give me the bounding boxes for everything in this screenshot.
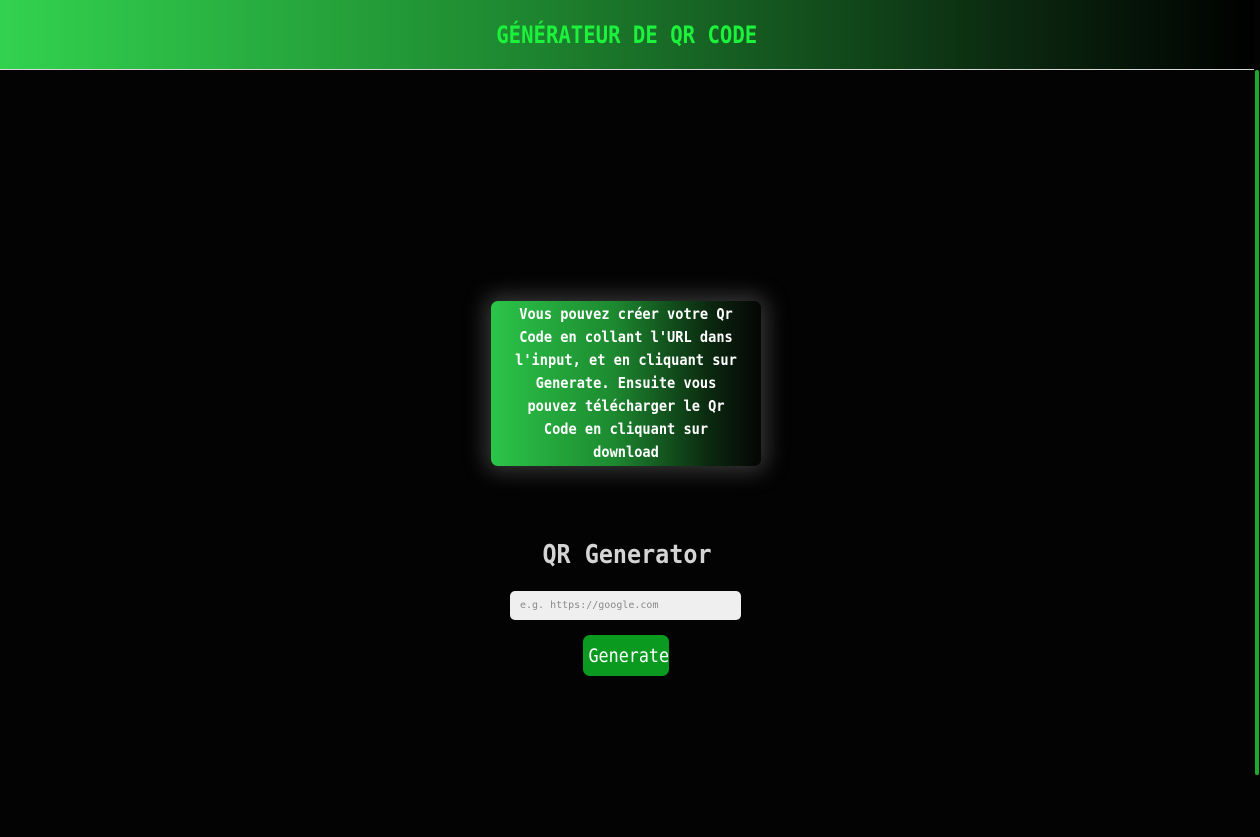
url-input[interactable] [510, 591, 741, 620]
generator-title: QR Generator [542, 540, 712, 570]
generate-button[interactable]: Generate [583, 635, 669, 676]
generate-button-label: Generate [588, 644, 670, 667]
page-scrollbar[interactable] [1254, 0, 1260, 837]
page-header: GÉNÉRATEUR DE QR CODE [0, 0, 1254, 70]
scrollbar-thumb[interactable] [1255, 70, 1259, 775]
instructions-card: Vous pouvez créer votre Qr Code en colla… [491, 301, 761, 466]
instructions-text: Vous pouvez créer votre Qr Code en colla… [515, 305, 737, 461]
page-title: GÉNÉRATEUR DE QR CODE [496, 20, 758, 49]
